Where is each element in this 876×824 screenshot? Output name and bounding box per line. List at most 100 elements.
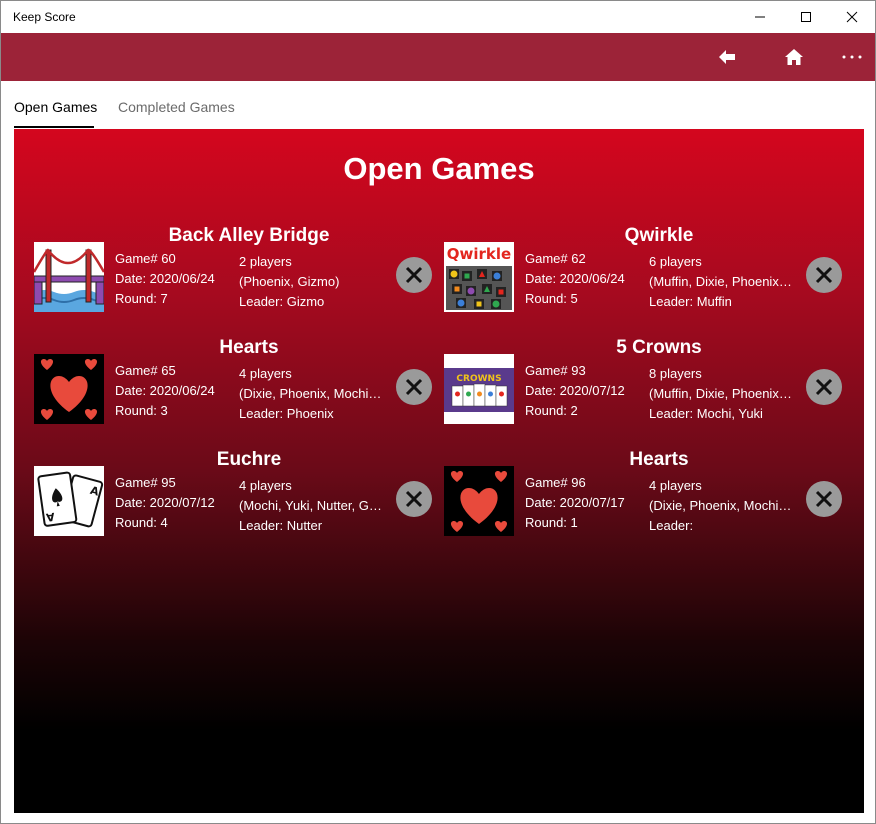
game-name: Hearts (629, 449, 689, 470)
five-crowns-box-image: CROWNS (444, 354, 514, 424)
player-list: (Muffin, Dixie, Phoenix, Mochi, Yuki, Gi… (649, 274, 794, 289)
tab-open-games[interactable]: Open Games (14, 99, 97, 115)
open-games-panel: Open Games Back Alley Bridge Game# 60 Da… (14, 129, 864, 813)
minimize-button[interactable] (737, 1, 783, 33)
game-details: Game# 65 Date: 2020/06/24 Round: 3 (115, 361, 235, 421)
game-date: Date: 2020/07/12 (525, 383, 625, 398)
game-round: Round: 4 (115, 515, 168, 530)
player-list: (Dixie, Phoenix, Mochi, Yuki) (239, 386, 384, 401)
back-arrow-icon (719, 50, 735, 64)
game-number: Game# 93 (525, 363, 586, 378)
game-name: Euchre (216, 449, 282, 470)
close-x-icon (815, 266, 833, 284)
game-date: Date: 2020/06/24 (115, 383, 215, 398)
player-list: (Mochi, Yuki, Nutter, Gizmo) (239, 498, 384, 513)
game-leader: Leader: (649, 518, 694, 533)
back-button[interactable] (707, 37, 747, 77)
player-details: 6 players (Muffin, Dixie, Phoenix, Mochi… (649, 252, 794, 312)
home-button[interactable] (774, 37, 814, 77)
game-number: Game# 95 (115, 475, 176, 490)
home-icon (785, 49, 803, 65)
game-card[interactable]: Back Alley Bridge Game# 60 Date: 2020/06… (14, 225, 432, 330)
maximize-button[interactable] (783, 1, 829, 33)
close-x-icon (405, 490, 423, 508)
svg-text:Qwirkle: Qwirkle (447, 245, 511, 263)
game-name: Qwirkle (624, 225, 694, 246)
game-date: Date: 2020/06/24 (115, 271, 215, 286)
game-thumbnail: CROWNS (444, 354, 514, 424)
delete-game-button[interactable] (806, 481, 842, 517)
game-card[interactable]: Hearts Game# 65 Date: 2020/06/24 Round: … (14, 337, 432, 442)
game-round: Round: 7 (115, 291, 168, 306)
close-x-icon (405, 378, 423, 396)
player-count: 8 players (649, 366, 702, 381)
game-round: Round: 1 (525, 515, 578, 530)
game-number: Game# 60 (115, 251, 176, 266)
game-name: Back Alley Bridge (168, 225, 330, 246)
tab-strip: Open Games Completed Games (1, 81, 875, 129)
more-icon (842, 55, 862, 59)
game-thumbnail (444, 466, 514, 536)
active-tab-indicator (14, 126, 94, 128)
player-count: 4 players (239, 478, 292, 493)
maximize-icon (801, 12, 811, 22)
close-x-icon (405, 266, 423, 284)
game-details: Game# 96 Date: 2020/07/17 Round: 1 (525, 473, 645, 533)
game-date: Date: 2020/06/24 (525, 271, 625, 286)
game-number: Game# 65 (115, 363, 176, 378)
player-count: 2 players (239, 254, 292, 269)
close-icon (846, 11, 858, 23)
game-number: Game# 96 (525, 475, 586, 490)
game-leader: Leader: Gizmo (239, 294, 325, 309)
player-list: (Phoenix, Gizmo) (239, 274, 340, 289)
game-thumbnail (34, 354, 104, 424)
app-window: Keep Score Open Games Completed Games Op… (0, 0, 876, 824)
game-round: Round: 5 (525, 291, 578, 306)
playing-cards-image: A A (34, 466, 104, 536)
close-window-button[interactable] (829, 1, 875, 33)
bridge-image (32, 242, 106, 312)
minimize-icon (755, 16, 765, 18)
qwirkle-box-image: Qwirkle (444, 242, 514, 312)
game-card[interactable]: Euchre A A Game# 95 Date: 2020/07/12 Rou… (14, 449, 432, 554)
game-thumbnail: Qwirkle (444, 242, 514, 312)
player-count: 4 players (239, 366, 292, 381)
game-leader: Leader: Nutter (239, 518, 323, 533)
player-list: (Muffin, Dixie, Phoenix, Mochi, Yuki, Gi… (649, 386, 794, 401)
tab-completed-games[interactable]: Completed Games (118, 99, 235, 115)
game-name: 5 Crowns (616, 337, 702, 358)
delete-game-button[interactable] (806, 369, 842, 405)
delete-game-button[interactable] (806, 257, 842, 293)
command-bar (1, 33, 875, 81)
game-round: Round: 2 (525, 403, 578, 418)
game-name: Hearts (219, 337, 279, 358)
player-details: 4 players (Mochi, Yuki, Nutter, Gizmo) L… (239, 476, 384, 536)
game-thumbnail: A A (34, 466, 104, 536)
window-title: Keep Score (13, 10, 76, 24)
title-bar: Keep Score (1, 1, 875, 33)
game-card[interactable]: 5 Crowns CROWNS Game# 93 Date: 2020/07/1… (424, 337, 842, 442)
game-details: Game# 60 Date: 2020/06/24 Round: 7 (115, 249, 235, 309)
hearts-image (34, 354, 104, 424)
more-button[interactable] (832, 37, 872, 77)
game-leader: Leader: Mochi, Yuki (649, 406, 763, 421)
game-number: Game# 62 (525, 251, 586, 266)
close-x-icon (815, 378, 833, 396)
game-card[interactable]: Hearts Game# 96 Date: 2020/07/17 Round: … (424, 449, 842, 554)
game-date: Date: 2020/07/17 (525, 495, 625, 510)
player-details: 2 players (Phoenix, Gizmo) Leader: Gizmo (239, 252, 384, 312)
game-round: Round: 3 (115, 403, 168, 418)
game-date: Date: 2020/07/12 (115, 495, 215, 510)
page-title: Open Games (343, 151, 535, 186)
game-details: Game# 95 Date: 2020/07/12 Round: 4 (115, 473, 235, 533)
game-leader: Leader: Muffin (649, 294, 732, 309)
svg-text:CROWNS: CROWNS (456, 374, 501, 384)
player-list: (Dixie, Phoenix, Mochi, Yuki) (649, 498, 794, 513)
game-details: Game# 93 Date: 2020/07/12 Round: 2 (525, 361, 645, 421)
hearts-image (444, 466, 514, 536)
player-count: 4 players (649, 478, 702, 493)
player-details: 8 players (Muffin, Dixie, Phoenix, Mochi… (649, 364, 794, 424)
game-card[interactable]: Qwirkle Qwirkle Game# 62 Date: 2020/06/2… (424, 225, 842, 330)
game-thumbnail (32, 242, 106, 312)
player-details: 4 players (Dixie, Phoenix, Mochi, Yuki) … (239, 364, 384, 424)
